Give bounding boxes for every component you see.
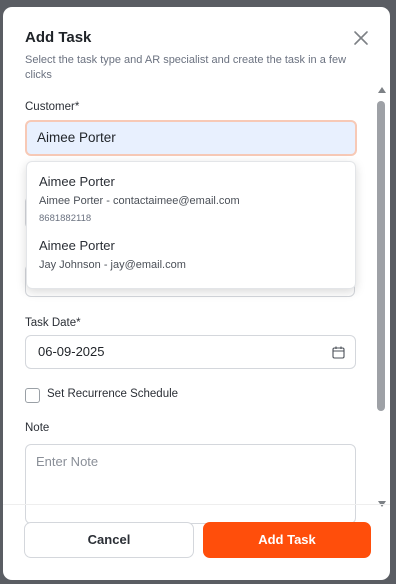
note-placeholder: Enter Note: [36, 454, 99, 469]
note-label: Note: [25, 422, 50, 434]
suggestion-item[interactable]: Aimee Porter Aimee Porter - contactaimee…: [39, 174, 240, 224]
modal-title: Add Task: [25, 29, 92, 46]
calendar-icon[interactable]: [332, 346, 345, 359]
note-textarea[interactable]: Enter Note: [25, 444, 356, 524]
customer-suggestions-dropdown: Aimee Porter Aimee Porter - contactaimee…: [26, 161, 356, 289]
suggestion-detail: Jay Johnson - jay@email.com: [39, 259, 186, 271]
add-task-modal: Add Task Select the task type and AR spe…: [3, 7, 390, 580]
scrollbar[interactable]: [376, 87, 386, 507]
add-task-button[interactable]: Add Task: [203, 522, 371, 558]
task-date-input[interactable]: 06-09-2025: [25, 335, 356, 369]
customer-input[interactable]: Aimee Porter: [25, 120, 357, 156]
recurrence-checkbox[interactable]: [25, 388, 40, 403]
task-date-value: 06-09-2025: [38, 344, 105, 359]
footer-divider: [3, 504, 390, 505]
recurrence-label: Set Recurrence Schedule: [47, 388, 179, 400]
suggestion-name: Aimee Porter: [39, 174, 115, 189]
close-icon[interactable]: [352, 29, 370, 47]
customer-label: Customer*: [25, 101, 80, 113]
suggestion-name: Aimee Porter: [39, 238, 115, 253]
scroll-up-arrow-icon[interactable]: [378, 87, 386, 93]
modal-subtitle: Select the task type and AR specialist a…: [25, 54, 347, 81]
cancel-button[interactable]: Cancel: [24, 522, 194, 558]
suggestion-detail: Aimee Porter - contactaimee@email.com: [39, 195, 240, 207]
scrollbar-thumb[interactable]: [377, 101, 385, 411]
task-date-label: Task Date*: [25, 317, 81, 329]
suggestion-phone: 8681882118: [39, 213, 92, 224]
suggestion-item[interactable]: Aimee Porter Jay Johnson - jay@email.com: [39, 238, 186, 271]
